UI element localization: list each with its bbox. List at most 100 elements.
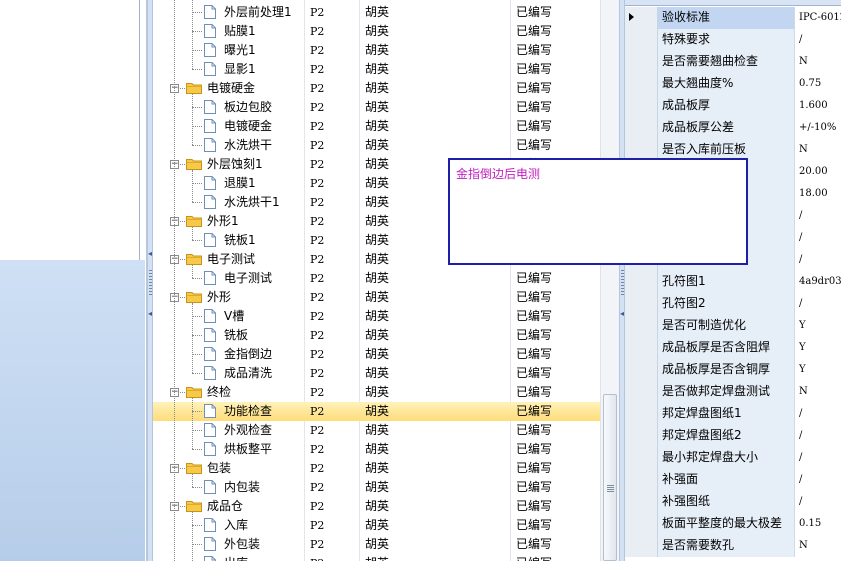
row-indicator[interactable] <box>625 425 658 447</box>
tree-row[interactable]: 电镀硬金 P2 胡英 已编写 <box>153 117 600 136</box>
tree-row[interactable]: 外观检查 P2 胡英 已编写 <box>153 421 600 440</box>
property-value[interactable]: 1.600 <box>795 95 841 117</box>
property-value[interactable]: 0.15 <box>795 513 841 535</box>
row-indicator[interactable] <box>625 403 658 425</box>
tree-row[interactable]: 成品清洗 P2 胡英 已编写 <box>153 364 600 383</box>
row-indicator[interactable] <box>625 7 658 29</box>
tree-scrollbar-thumb[interactable] <box>603 394 617 561</box>
property-value[interactable]: / <box>795 491 841 513</box>
tree-row[interactable]: 金指倒边 P2 胡英 已编写 <box>153 345 600 364</box>
row-indicator[interactable] <box>625 117 658 139</box>
property-row[interactable]: 补强面 / <box>625 469 841 491</box>
property-value[interactable]: N <box>795 139 841 161</box>
row-indicator[interactable] <box>625 513 658 535</box>
property-value[interactable]: 4a9dr03 <box>795 271 841 293</box>
property-row[interactable]: 成品板厚公差 +/-10% <box>625 117 841 139</box>
property-value[interactable]: / <box>795 403 841 425</box>
tree-row-user: 胡英 <box>365 233 390 247</box>
row-indicator[interactable] <box>625 381 658 403</box>
property-row[interactable]: 验收标准IPC-6012 <box>625 7 841 29</box>
tree-row[interactable]: 曝光1 P2 胡英 已编写 <box>153 41 600 60</box>
tree-row[interactable]: 电子测试 P2 胡英 已编写 <box>153 269 600 288</box>
tree-vertical-scrollbar[interactable] <box>600 0 619 561</box>
tree-row[interactable]: 贴膜1 P2 胡英 已编写 <box>153 22 600 41</box>
property-value[interactable]: Y <box>795 315 841 337</box>
property-row[interactable]: 邦定焊盘图纸1/ <box>625 403 841 425</box>
tree-guide-line <box>192 525 202 526</box>
row-indicator[interactable] <box>625 359 658 381</box>
process-tree-grid[interactable]: 外层前处理1 P2 胡英 已编写 贴膜1 P2 胡英 已编写 曝光1 P2 胡英 已编写 显影1 P2 胡英… <box>153 0 600 561</box>
row-indicator[interactable] <box>625 95 658 117</box>
property-value[interactable]: IPC-6012 <box>795 7 841 29</box>
property-row[interactable]: 邦定焊盘图纸2/ <box>625 425 841 447</box>
property-value[interactable]: Y <box>795 337 841 359</box>
property-value[interactable]: N <box>795 535 841 557</box>
tree-row[interactable]: 板边包胶 P2 胡英 已编写 <box>153 98 600 117</box>
property-row[interactable]: 成品板厚 1.600 <box>625 95 841 117</box>
tree-row[interactable]: 烘板整平 P2 胡英 已编写 <box>153 440 600 459</box>
property-value[interactable]: +/-10% <box>795 117 841 139</box>
row-indicator[interactable] <box>625 73 658 95</box>
property-row[interactable]: 最小邦定焊盘大小 / <box>625 447 841 469</box>
property-row[interactable]: 是否做邦定焊盘测试 N <box>625 381 841 403</box>
property-value[interactable]: 20.00 <box>795 161 841 183</box>
collapse-left-arrow-icon[interactable]: ◂ <box>148 310 152 318</box>
property-row[interactable]: 是否需要数孔 N <box>625 535 841 557</box>
tree-row[interactable]: V槽 P2 胡英 已编写 <box>153 307 600 326</box>
row-indicator[interactable] <box>625 535 658 557</box>
property-value[interactable]: N <box>795 381 841 403</box>
property-row[interactable]: 成品板厚是否含阻焊 Y <box>625 337 841 359</box>
row-indicator[interactable] <box>625 271 658 293</box>
tree-row[interactable]: 出库 P2 胡英 已编写 <box>153 554 600 561</box>
row-indicator[interactable] <box>625 491 658 513</box>
tree-row[interactable]: − 终检 P2 胡英 已编写 <box>153 383 600 402</box>
property-value[interactable]: / <box>795 227 841 249</box>
remark-popup-text: 金指倒边后电测 <box>456 167 541 181</box>
collapse-right-arrow-icon[interactable]: ◂ <box>620 310 624 318</box>
tree-row[interactable]: 内包装 P2 胡英 已编写 <box>153 478 600 497</box>
property-row[interactable]: 最大翘曲度% 0.75 <box>625 73 841 95</box>
tree-row[interactable]: − 电镀硬金 P2 胡英 已编写 <box>153 79 600 98</box>
row-indicator[interactable] <box>625 51 658 73</box>
row-indicator[interactable] <box>625 29 658 51</box>
property-name: 补强图纸 <box>658 491 795 513</box>
property-row[interactable]: 成品板厚是否含铜厚 Y <box>625 359 841 381</box>
row-indicator[interactable] <box>625 293 658 315</box>
property-row[interactable]: 补强图纸 / <box>625 491 841 513</box>
row-indicator[interactable] <box>625 447 658 469</box>
property-value[interactable]: / <box>795 469 841 491</box>
row-indicator[interactable] <box>625 469 658 491</box>
property-value[interactable]: / <box>795 447 841 469</box>
tree-row[interactable]: 入库 P2 胡英 已编写 <box>153 516 600 535</box>
property-row[interactable]: 板面平整度的最大极差 0.15 <box>625 513 841 535</box>
tree-row[interactable]: 显影1 P2 胡英 已编写 <box>153 60 600 79</box>
collapse-left-arrow-icon[interactable]: ◂ <box>148 250 152 258</box>
property-row[interactable]: 孔符图2/ <box>625 293 841 315</box>
tree-row[interactable]: 外包装 P2 胡英 已编写 <box>153 535 600 554</box>
tree-row[interactable]: − 成品仓 P2 胡英 已编写 <box>153 497 600 516</box>
property-value[interactable]: / <box>795 249 841 271</box>
tree-guide-line <box>174 0 175 561</box>
property-value[interactable]: / <box>795 425 841 447</box>
property-row[interactable]: 特殊要求 / <box>625 29 841 51</box>
property-row[interactable]: 孔符图1 4a9dr03 <box>625 271 841 293</box>
left-pane-divider <box>139 0 140 260</box>
tree-row[interactable]: 外层前处理1 P2 胡英 已编写 <box>153 3 600 22</box>
property-grid[interactable]: 验收标准IPC-6012特殊要求/是否需要翘曲检查N最大翘曲度%0.75成品板厚… <box>625 0 841 561</box>
tree-row[interactable]: − 包装 P2 胡英 已编写 <box>153 459 600 478</box>
property-value[interactable]: / <box>795 293 841 315</box>
property-row[interactable]: 是否可制造优化 Y <box>625 315 841 337</box>
property-value[interactable]: / <box>795 205 841 227</box>
tree-row[interactable]: − 外形 P2 胡英 已编写 <box>153 288 600 307</box>
tree-row[interactable]: 水洗烘干 P2 胡英 已编写 <box>153 136 600 155</box>
property-value[interactable]: 0.75 <box>795 73 841 95</box>
row-indicator[interactable] <box>625 337 658 359</box>
property-value[interactable]: N <box>795 51 841 73</box>
tree-row[interactable]: 功能检查 P2 胡英 已编写 <box>153 402 600 421</box>
tree-row[interactable]: 铣板 P2 胡英 已编写 <box>153 326 600 345</box>
property-value[interactable]: Y <box>795 359 841 381</box>
property-row[interactable]: 是否需要翘曲检查 N <box>625 51 841 73</box>
property-value[interactable]: / <box>795 29 841 51</box>
row-indicator[interactable] <box>625 315 658 337</box>
property-value[interactable]: 18.00 <box>795 183 841 205</box>
